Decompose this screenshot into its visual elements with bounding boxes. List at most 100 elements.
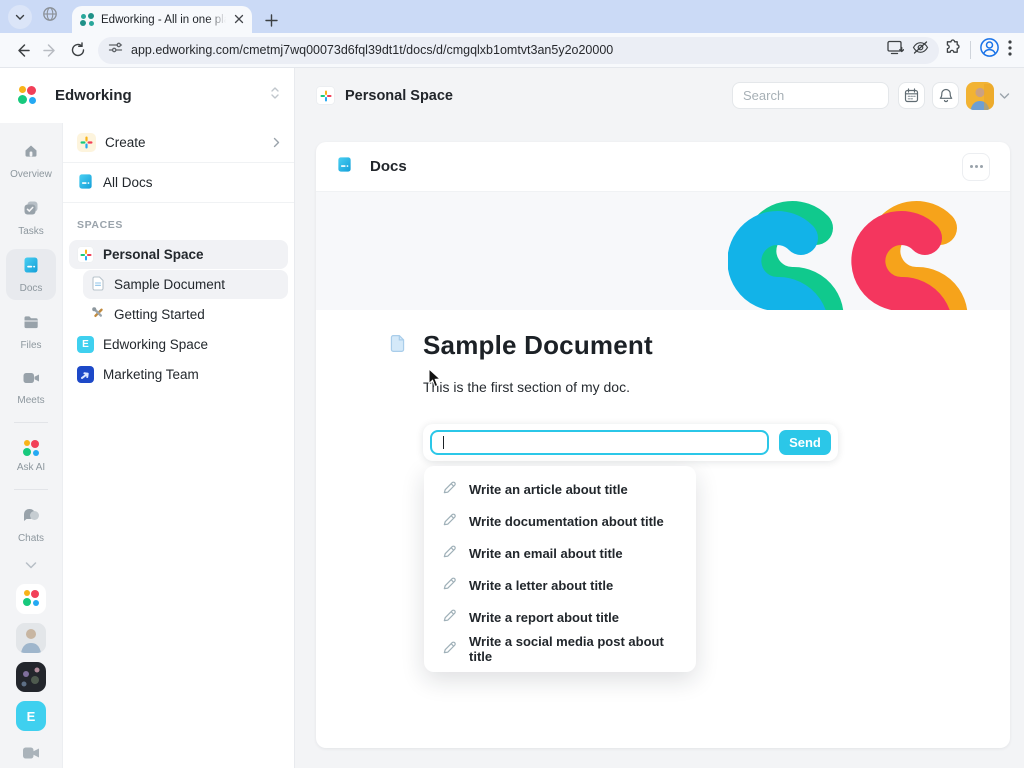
chats-icon xyxy=(22,507,41,529)
rail-label: Tasks xyxy=(18,226,44,237)
meeting-camera-icon[interactable] xyxy=(22,746,41,765)
rail-item-overview[interactable]: Overview xyxy=(6,135,56,186)
left-column: Edworking Overview Tasks xyxy=(0,68,295,768)
pencil-icon xyxy=(442,480,457,498)
chevron-right-icon xyxy=(273,137,280,148)
browser-menu-icon[interactable] xyxy=(1008,40,1012,61)
back-button[interactable] xyxy=(8,36,36,64)
extensions-icon[interactable] xyxy=(945,39,962,61)
doc-item-getting-started[interactable]: Getting Started xyxy=(83,300,288,329)
personal-space-icon xyxy=(77,246,94,263)
suggestion-item[interactable]: Write an article about title xyxy=(424,473,696,505)
forward-button[interactable] xyxy=(36,36,64,64)
tools-icon xyxy=(91,306,105,323)
user-avatar[interactable] xyxy=(16,662,46,692)
screen: Edworking - All in one platfo app.edwork… xyxy=(0,0,1024,768)
doc-title-icon xyxy=(389,334,406,358)
ai-prompt-input[interactable] xyxy=(430,430,769,455)
rail-label: Chats xyxy=(18,533,44,544)
suggestion-label: Write a letter about title xyxy=(469,578,613,593)
space-item-edworking[interactable]: E Edworking Space xyxy=(69,330,288,359)
all-docs-item[interactable]: All Docs xyxy=(63,163,294,203)
pencil-icon xyxy=(442,576,457,594)
browser-tab[interactable]: Edworking - All in one platfo xyxy=(72,6,252,33)
rail-label: Ask AI xyxy=(17,462,45,473)
rail-item-docs[interactable]: Docs xyxy=(6,249,56,300)
reload-button[interactable] xyxy=(64,36,92,64)
all-docs-icon xyxy=(77,173,94,193)
cover-pattern-shapes xyxy=(728,197,980,310)
chats-collapse-icon[interactable] xyxy=(25,556,37,574)
tab-close-icon[interactable] xyxy=(234,11,244,29)
workspace-switcher-icon[interactable] xyxy=(270,86,280,105)
create-label: Create xyxy=(105,135,264,150)
suggestion-item[interactable]: Write a letter about title xyxy=(424,569,696,601)
space-item-personal[interactable]: Personal Space xyxy=(69,240,288,269)
account-chevron-icon[interactable] xyxy=(999,87,1010,105)
create-button[interactable]: Create xyxy=(63,123,294,163)
send-button[interactable]: Send xyxy=(779,430,831,455)
eye-off-icon[interactable] xyxy=(912,40,929,60)
edworking-space-avatar[interactable]: E xyxy=(16,701,46,731)
browser-profile-icon[interactable] xyxy=(979,37,1000,63)
workspace-header[interactable]: Edworking xyxy=(0,68,294,123)
globe-icon xyxy=(42,6,58,27)
site-settings-icon[interactable] xyxy=(108,40,123,60)
space-item-marketing[interactable]: Marketing Team xyxy=(69,360,288,389)
rail-label: Overview xyxy=(10,169,52,180)
account-avatar[interactable] xyxy=(966,82,994,110)
rail-divider xyxy=(14,422,48,423)
main-header: Personal Space xyxy=(295,68,1024,123)
doc-item-sample-document[interactable]: Sample Document xyxy=(83,270,288,299)
doc-cover-banner[interactable] xyxy=(316,192,1010,310)
files-icon xyxy=(22,313,40,336)
pencil-icon xyxy=(442,608,457,626)
suggestion-item[interactable]: Write documentation about title xyxy=(424,505,696,537)
icon-rail: Overview Tasks Docs Files xyxy=(0,123,63,768)
search-box[interactable] xyxy=(732,82,889,109)
calendar-button[interactable] xyxy=(898,82,925,109)
workspace-chat-avatar[interactable] xyxy=(16,584,46,614)
avatar-letter: E xyxy=(27,709,36,724)
suggestion-item[interactable]: Write an email about title xyxy=(424,537,696,569)
tab-title: Edworking - All in one platfo xyxy=(101,14,226,26)
doc-label: Sample Document xyxy=(114,277,280,292)
rail-item-meets[interactable]: Meets xyxy=(6,363,56,412)
create-plus-icon xyxy=(77,133,96,152)
install-app-icon[interactable] xyxy=(887,40,904,60)
docs-icon xyxy=(22,256,40,279)
rail-item-tasks[interactable]: Tasks xyxy=(6,192,56,243)
rail-item-ask-ai[interactable]: Ask AI xyxy=(6,433,56,479)
url-text[interactable]: app.edworking.com/cmetmj7wq00073d6fql39d… xyxy=(131,43,879,57)
user-avatar[interactable] xyxy=(16,623,46,653)
suggestion-label: Write an email about title xyxy=(469,546,623,561)
suggestion-label: Write documentation about title xyxy=(469,514,664,529)
notifications-button[interactable] xyxy=(932,82,959,109)
rail-item-chats[interactable]: Chats xyxy=(6,500,56,550)
doc-title-row: Sample Document xyxy=(389,330,1010,361)
suggestion-item[interactable]: Write a social media post about title xyxy=(424,633,696,665)
suggestion-label: Write a social media post about title xyxy=(469,634,682,664)
doc-paragraph[interactable]: This is the first section of my doc. xyxy=(423,379,1010,395)
doc-title[interactable]: Sample Document xyxy=(423,330,653,361)
rail-item-files[interactable]: Files xyxy=(6,306,56,357)
rail-divider xyxy=(14,489,48,490)
ask-ai-icon xyxy=(22,440,40,458)
space-badge-letter: E xyxy=(82,339,89,350)
browser-toolbar: app.edworking.com/cmetmj7wq00073d6fql39d… xyxy=(0,33,1024,68)
spaces-section-label: SPACES xyxy=(63,203,294,239)
main-area: Personal Space xyxy=(295,68,1024,768)
new-tab-button[interactable] xyxy=(258,7,284,33)
tab-search-chevron-icon[interactable] xyxy=(8,5,32,29)
workspace-name: Edworking xyxy=(55,87,270,104)
url-bar[interactable]: app.edworking.com/cmetmj7wq00073d6fql39d… xyxy=(98,37,939,64)
doc-label: Getting Started xyxy=(114,307,280,322)
all-docs-label: All Docs xyxy=(103,175,280,190)
docs-panel-header: Docs xyxy=(316,142,1010,192)
suggestion-item[interactable]: Write a report about title xyxy=(424,601,696,633)
rail-label: Files xyxy=(20,340,41,351)
search-input[interactable] xyxy=(743,88,878,103)
doc-body: Sample Document This is the first sectio… xyxy=(316,310,1010,672)
panel-menu-button[interactable] xyxy=(962,153,990,181)
browser-tabstrip: Edworking - All in one platfo xyxy=(0,0,1024,33)
